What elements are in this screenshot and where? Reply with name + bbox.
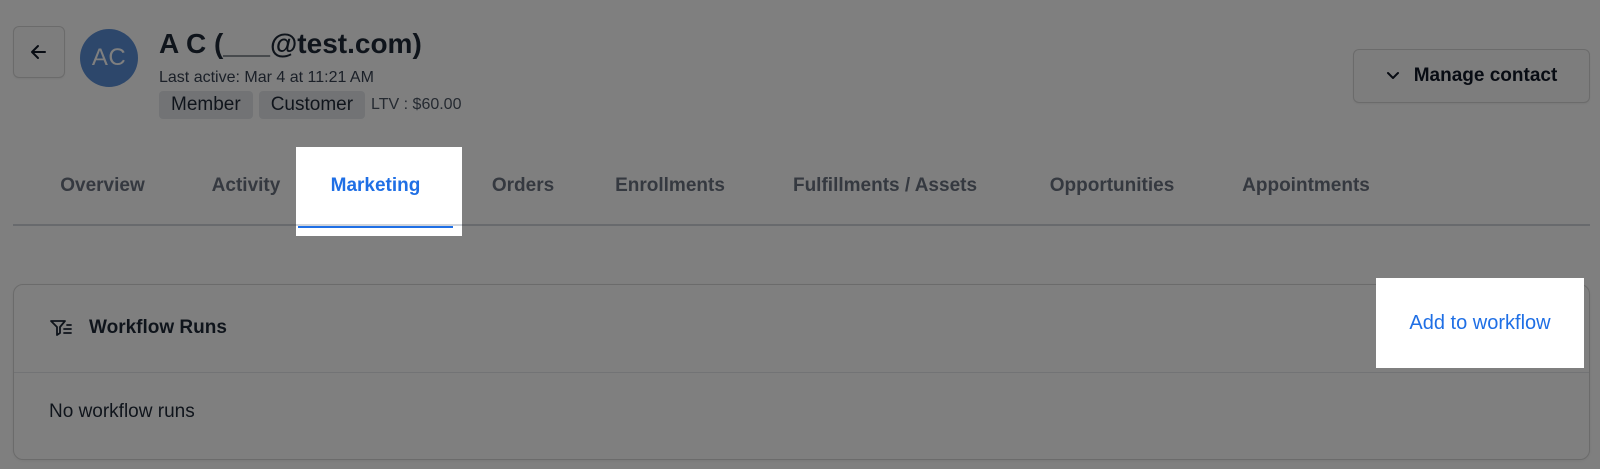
tag-customer: Customer — [258, 91, 366, 119]
contact-detail-page: AC A C (___@test.com) Last active: Mar 4… — [0, 0, 1600, 469]
empty-workflow-runs-text: No workflow runs — [49, 401, 195, 422]
contact-tabs: Overview Activity Marketing Orders Enrol… — [13, 146, 1590, 228]
tab-orders[interactable]: Orders — [483, 146, 563, 226]
workflow-runs-title: Workflow Runs — [89, 317, 227, 338]
workflow-runs-card: Workflow Runs No workflow runs — [13, 284, 1590, 460]
tab-activity[interactable]: Activity — [194, 146, 298, 226]
avatar: AC — [80, 29, 138, 87]
tag-member: Member — [159, 91, 253, 119]
filter-list-icon — [50, 320, 72, 336]
avatar-initials: AC — [91, 44, 127, 71]
overlay-middle — [0, 236, 1600, 278]
last-active-text: Last active: Mar 4 at 11:21 AM — [159, 69, 374, 86]
tab-appointments[interactable]: Appointments — [1235, 146, 1377, 226]
workflow-runs-header: Workflow Runs — [14, 285, 1589, 373]
tab-fulfillments-assets[interactable]: Fulfillments / Assets — [785, 146, 985, 226]
tab-enrollments[interactable]: Enrollments — [610, 146, 730, 226]
manage-contact-label: Manage contact — [1413, 65, 1558, 86]
contact-tags: Member Customer LTV : $60.00 — [159, 91, 461, 119]
chevron-down-icon — [1386, 72, 1399, 79]
contact-name: A C (___@test.com) — [159, 28, 422, 59]
tab-marketing[interactable]: Marketing — [298, 146, 453, 228]
add-to-workflow-link[interactable]: Add to workflow — [1376, 278, 1584, 368]
manage-contact-button[interactable]: Manage contact — [1353, 49, 1590, 103]
workflow-runs-title-group: Workflow Runs — [49, 317, 227, 339]
tab-overview[interactable]: Overview — [42, 146, 163, 226]
back-button[interactable] — [13, 26, 65, 78]
arrow-left-icon — [31, 45, 46, 59]
ltv-value: LTV : $60.00 — [371, 96, 462, 113]
tab-opportunities[interactable]: Opportunities — [1043, 146, 1181, 226]
